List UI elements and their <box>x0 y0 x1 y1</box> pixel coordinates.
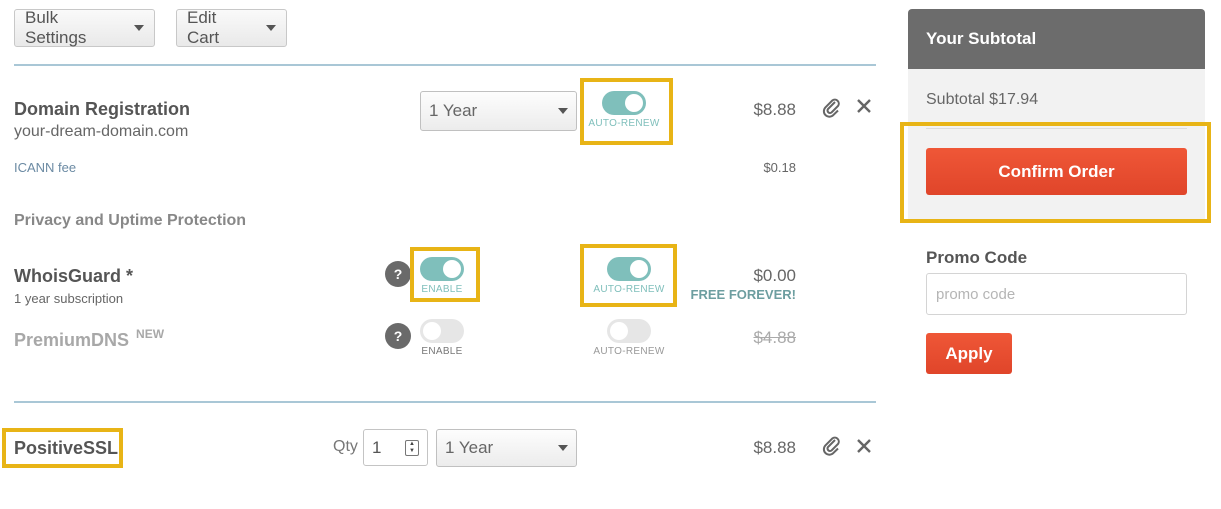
ssl-term-select[interactable]: 1 Year <box>436 429 577 467</box>
whoisguard-help-icon[interactable]: ? <box>385 261 411 287</box>
qty-value: 1 <box>372 437 382 457</box>
whoisguard-auto-renew-toggle[interactable] <box>607 257 651 281</box>
apply-button[interactable]: Apply <box>926 333 1012 374</box>
chevron-down-icon <box>558 445 568 451</box>
premiumdns-enable-label: ENABLE <box>421 346 463 357</box>
whoisguard-title: WhoisGuard * <box>14 266 134 286</box>
toggle-knob <box>625 94 643 112</box>
ssl-term-value: 1 Year <box>445 438 494 457</box>
premiumdns-help-icon[interactable]: ? <box>385 323 411 349</box>
promo-code-input[interactable] <box>926 273 1187 315</box>
toggle-knob <box>630 260 648 278</box>
premiumdns-auto-renew-toggle[interactable] <box>607 319 651 343</box>
domain-term-select[interactable]: 1 Year <box>420 91 577 131</box>
subtotal-text: Subtotal $17.94 <box>926 91 1039 108</box>
domain-price: $8.88 <box>753 100 796 119</box>
positivessl-title: PositiveSSL <box>14 438 119 458</box>
premiumdns-price: $4.88 <box>753 328 796 347</box>
whoisguard-enable-toggle[interactable] <box>420 257 464 281</box>
close-icon[interactable] <box>856 98 872 119</box>
privacy-section-title: Privacy and Uptime Protection <box>14 212 247 229</box>
domain-auto-renew-toggle[interactable] <box>602 91 646 115</box>
new-badge: NEW <box>136 327 165 341</box>
chevron-down-icon <box>134 25 144 31</box>
whoisguard-enable-label: ENABLE <box>421 284 463 295</box>
chevron-down-icon <box>558 108 568 114</box>
subtotal-header: Your Subtotal <box>908 9 1205 69</box>
paperclip-icon[interactable] <box>822 98 842 123</box>
toggle-knob <box>443 260 461 278</box>
premiumdns-auto-renew-label: AUTO-RENEW <box>593 346 665 357</box>
bulk-settings-label: Bulk Settings <box>25 8 87 47</box>
confirm-order-button[interactable]: Confirm Order <box>926 148 1187 195</box>
premiumdns-enable-toggle[interactable] <box>420 319 464 343</box>
toggle-knob <box>423 322 441 340</box>
whoisguard-price: $0.00 <box>753 266 796 285</box>
domain-auto-renew-label: AUTO-RENEW <box>588 118 660 129</box>
divider <box>14 64 876 66</box>
edit-cart-dropdown[interactable]: Edit Cart <box>176 8 287 47</box>
whoisguard-auto-renew-label: AUTO-RENEW <box>593 284 665 295</box>
premiumdns-title-wrap: PremiumDNS NEW <box>14 327 164 351</box>
domain-registration-title: Domain Registration <box>14 99 191 119</box>
premiumdns-title: PremiumDNS <box>14 330 130 350</box>
domain-name: your-dream-domain.com <box>14 123 189 140</box>
chevron-down-icon <box>266 25 276 31</box>
whoisguard-subtitle: 1 year subscription <box>14 291 124 306</box>
qty-stepper[interactable]: 1 ▲ ▼ <box>363 429 428 466</box>
stepper-arrows-icon[interactable]: ▲ ▼ <box>405 440 419 456</box>
ssl-price: $8.88 <box>753 438 796 457</box>
paperclip-icon[interactable] <box>822 436 842 461</box>
domain-term-value: 1 Year <box>429 101 478 120</box>
promo-code-title: Promo Code <box>926 248 1028 267</box>
whoisguard-free-note: FREE FOREVER! <box>690 287 796 302</box>
icann-fee-label: ICANN fee <box>14 160 77 175</box>
edit-cart-label: Edit Cart <box>187 8 220 47</box>
bulk-settings-dropdown[interactable]: Bulk Settings <box>14 8 155 47</box>
toggle-knob <box>610 322 628 340</box>
icann-fee-price: $0.18 <box>763 160 796 175</box>
close-icon[interactable] <box>856 438 872 459</box>
qty-label: Qty <box>333 438 358 455</box>
divider <box>14 401 876 403</box>
